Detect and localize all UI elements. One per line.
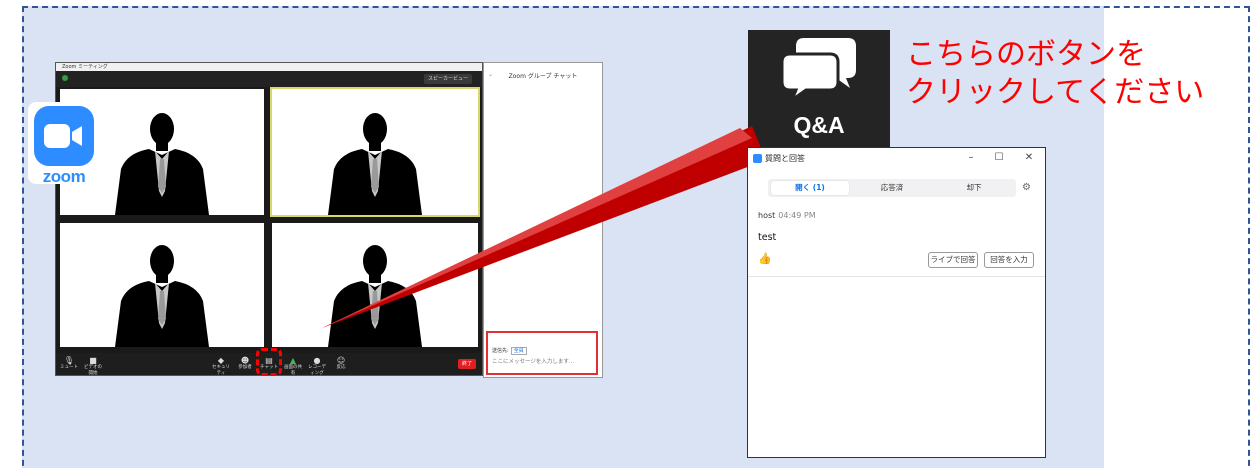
answer-live-button[interactable]: ライブで回答 <box>928 252 978 268</box>
qa-tabs: 開く (1) 応答済 却下 <box>768 179 1016 197</box>
qa-window: 質問と回答 – ☐ ✕ 開く (1) 応答済 却下 ⚙ host 04:49 PM… <box>747 147 1046 458</box>
qa-window-title: 質問と回答 <box>765 154 805 163</box>
question-time: 04:49 PM <box>778 211 816 220</box>
tab-dismissed[interactable]: 却下 <box>935 181 1013 195</box>
type-answer-button[interactable]: 回答を入力 <box>984 252 1034 268</box>
question-text: test <box>758 232 777 243</box>
close-icon[interactable]: ✕ <box>1022 151 1036 164</box>
maximize-icon[interactable]: ☐ <box>992 151 1006 164</box>
pointer-arrow <box>322 126 766 328</box>
question-meta: host 04:49 PM <box>758 211 816 220</box>
zoom-app-icon <box>753 154 762 163</box>
minimize-icon[interactable]: – <box>964 151 978 164</box>
qa-window-titlebar: 質問と回答 – ☐ ✕ <box>748 148 1045 170</box>
tab-answered[interactable]: 応答済 <box>853 181 931 195</box>
gear-icon[interactable]: ⚙ <box>1022 182 1031 194</box>
slide: Zoom ミーティング スピーカービュー 🎙 ミュート ■ ビデオの開始 ◆ セ… <box>0 0 1256 468</box>
thumbs-up-icon[interactable]: 👍 <box>758 252 772 265</box>
tab-open[interactable]: 開く (1) <box>771 181 849 195</box>
question-author: host <box>758 211 776 220</box>
divider <box>748 276 1045 277</box>
